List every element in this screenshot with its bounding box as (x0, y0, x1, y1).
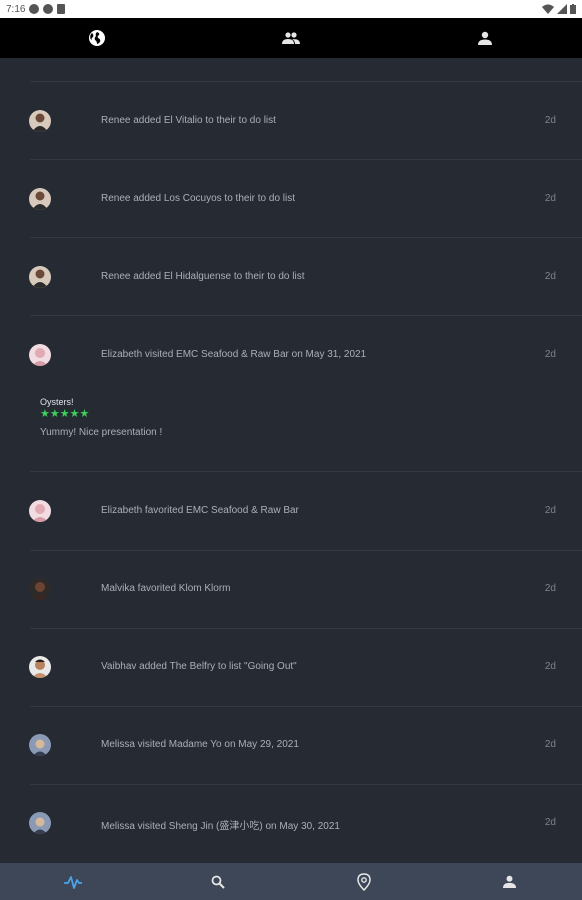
signal-icon (557, 4, 567, 14)
notification-icon (29, 4, 40, 14)
feed-item[interactable]: Malvika favorited Klom Klorm 2d (0, 551, 582, 629)
wifi-icon (542, 4, 554, 14)
feed-item-text: Melissa visited Sheng Jin (盛津小吃) on May … (101, 821, 340, 832)
sim-icon (57, 4, 66, 14)
avatar[interactable] (29, 500, 51, 522)
avatar[interactable] (29, 110, 51, 132)
review-title: Oysters! (40, 397, 74, 407)
feed-item-time: 2d (544, 739, 556, 750)
feed-item-time: 2d (544, 349, 556, 360)
top-tab-bar (0, 18, 582, 58)
avatar[interactable] (29, 656, 51, 678)
location-pin-icon (356, 872, 371, 891)
feed-item[interactable]: Renee added El Vitalio to their to do li… (0, 82, 582, 160)
tab-global[interactable] (0, 18, 194, 58)
avatar[interactable] (29, 188, 51, 210)
feed-item-text: Melissa visited Madame Yo on May 29, 202… (101, 739, 299, 750)
tab-profile[interactable] (388, 18, 582, 58)
battery-icon (570, 4, 576, 14)
feed-item-time: 2d (544, 583, 556, 594)
globe-icon (89, 30, 105, 46)
feed-item[interactable]: Renee added Los Cocuyos to their to do l… (0, 160, 582, 238)
feed-item-text: Elizabeth visited EMC Seafood & Raw Bar … (101, 349, 367, 360)
feed-item-time: 2d (544, 115, 556, 126)
avatar[interactable] (29, 266, 51, 288)
status-bar: 7:16 (0, 0, 582, 18)
feed-item[interactable]: Elizabeth visited EMC Seafood & Raw Bar … (0, 316, 582, 472)
status-time: 7:16 (6, 3, 26, 15)
profile-icon (478, 31, 492, 45)
notification-icon (43, 4, 54, 14)
feed-item[interactable]: Melissa visited Madame Yo on May 29, 202… (0, 707, 582, 785)
search-icon (211, 875, 225, 889)
feed-item[interactable]: Melissa visited Sheng Jin (盛津小吃) on May … (0, 785, 582, 863)
feed-item[interactable]: Renee added El Hidalguense to their to d… (0, 238, 582, 316)
nav-search[interactable] (146, 863, 292, 900)
avatar[interactable] (29, 344, 51, 366)
bottom-nav-bar (0, 863, 582, 900)
activity-feed: Renee added El Vitalio to their to do li… (0, 58, 582, 863)
feed-item-text: Renee added Los Cocuyos to their to do l… (101, 193, 296, 204)
avatar[interactable] (29, 734, 51, 756)
friends-icon (282, 32, 300, 44)
feed-item-time: 2d (544, 193, 556, 204)
nav-map[interactable] (291, 863, 437, 900)
avatar[interactable] (29, 578, 51, 600)
feed-item-time: 2d (544, 505, 556, 516)
nav-activity[interactable] (0, 863, 146, 900)
feed-item-text: Malvika favorited Klom Klorm (101, 583, 231, 594)
feed-item[interactable]: Vaibhav added The Belfry to list "Going … (0, 629, 582, 707)
feed-item[interactable]: Elizabeth favorited EMC Seafood & Raw Ba… (0, 473, 582, 551)
nav-account[interactable] (437, 863, 582, 900)
feed-item-text: Renee added El Vitalio to their to do li… (101, 115, 276, 126)
activity-icon (63, 875, 82, 889)
review-body: Yummy! Nice presentation ! (40, 427, 163, 438)
feed-item-time: 2d (544, 661, 556, 672)
tab-friends[interactable] (194, 18, 388, 58)
avatar[interactable] (29, 812, 51, 834)
feed-item-time: 2d (544, 817, 556, 828)
feed-item-text: Elizabeth favorited EMC Seafood & Raw Ba… (101, 505, 299, 516)
feed-item-time: 2d (544, 271, 556, 282)
row-divider (30, 471, 582, 472)
feed-item-text: Renee added El Hidalguense to their to d… (101, 271, 305, 282)
rating-stars: ★★★★★ (40, 408, 90, 420)
account-icon (502, 875, 516, 888)
feed-item-text: Vaibhav added The Belfry to list "Going … (101, 661, 297, 672)
